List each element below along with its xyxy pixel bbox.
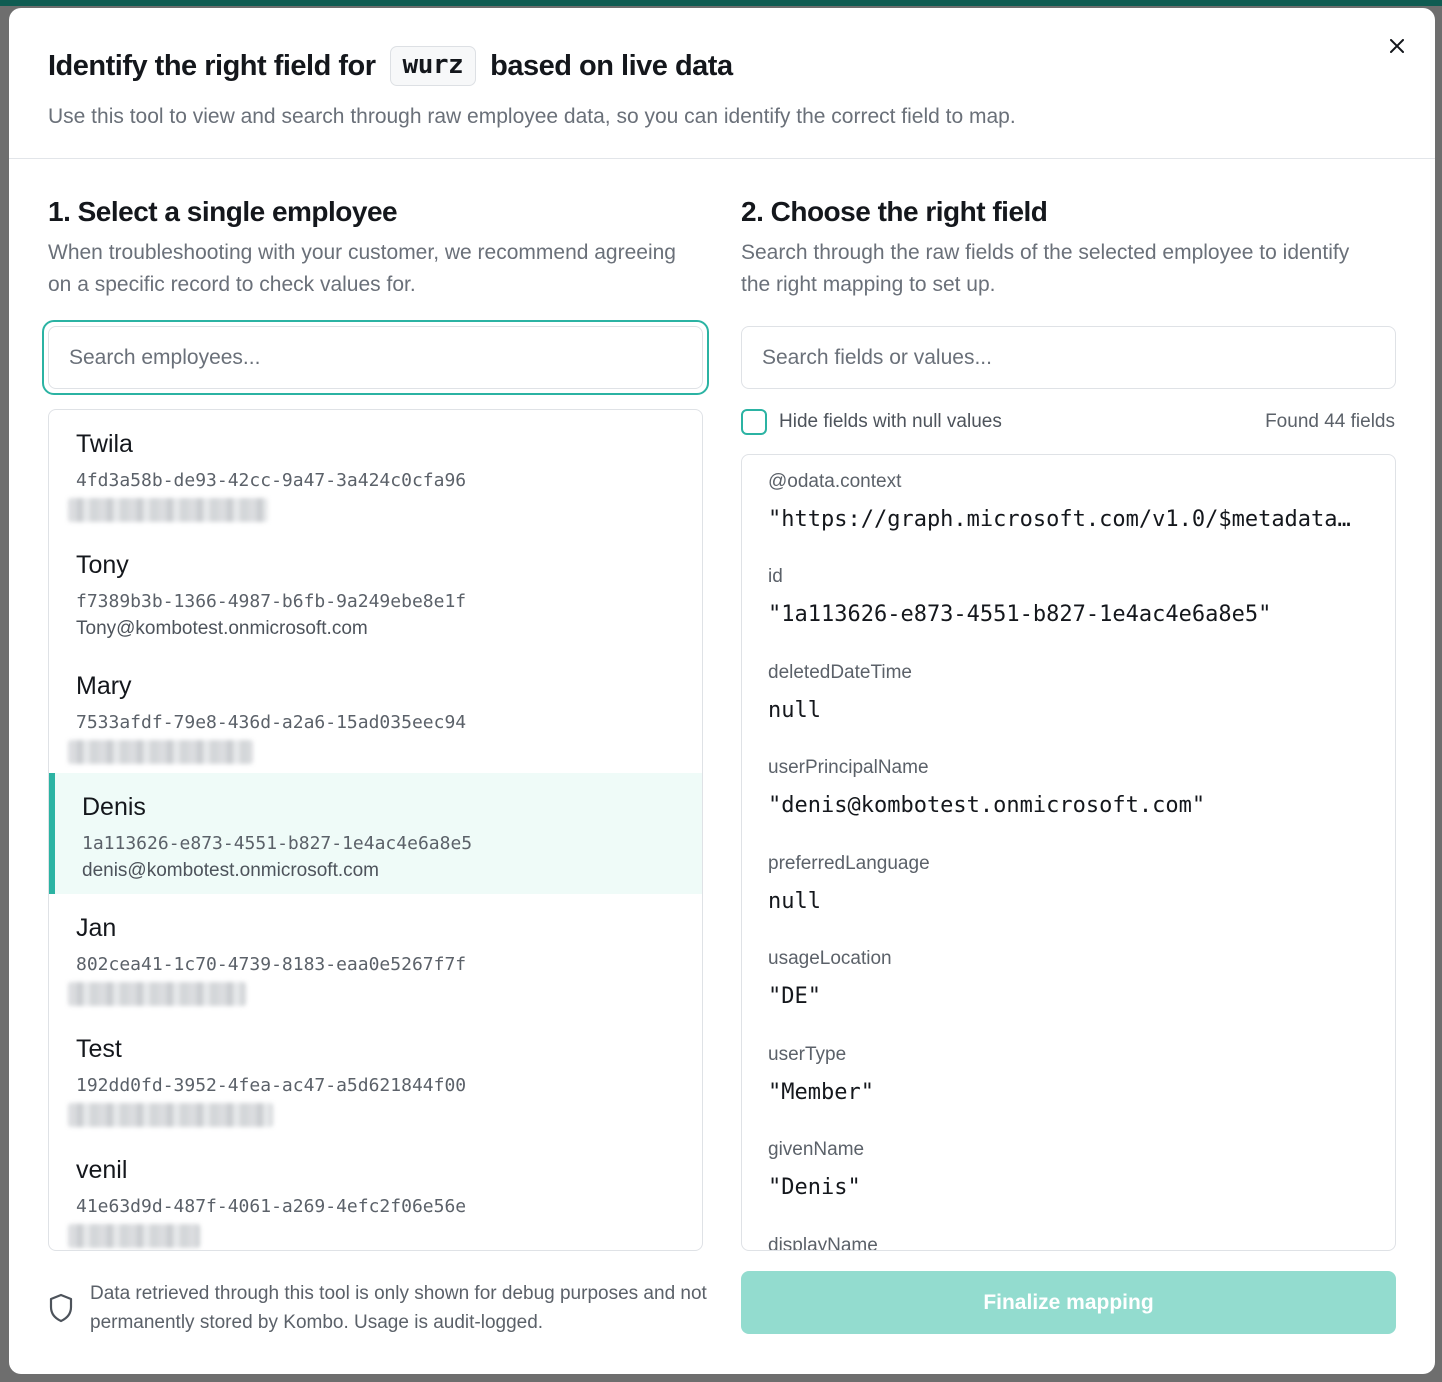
debug-disclaimer: Data retrieved through this tool is only… [48,1279,710,1337]
field-key: userType [768,1044,847,1065]
field-value: "denis@kombotest.onmicrosoft.com" [768,793,1206,818]
field-row[interactable]: preferredLanguage null [768,853,1368,914]
field-name-code: wurz [389,46,477,86]
employee-item-denis[interactable]: Denis 1a113626-e873-4551-b827-1e4ac4e6a8… [49,773,702,894]
close-icon [1390,39,1404,53]
select-employee-title: 1. Select a single employee [48,196,398,227]
field-key: userPrincipalName [768,757,929,778]
employee-list: Twila 4fd3a58b-de93-42cc-9a47-3a424c0cfa… [48,409,703,1251]
raw-fields-list[interactable]: @odata.context "https://graph.microsoft.… [741,454,1396,1251]
hide-null-label[interactable]: Hide fields with null values [779,411,1002,433]
redacted-email [68,1224,200,1248]
shield-icon [49,1293,73,1323]
field-identification-modal: Identify the right field for wurz based … [9,8,1435,1374]
finalize-mapping-button[interactable]: Finalize mapping [741,1271,1396,1334]
field-key: givenName [768,1139,865,1160]
choose-field-title: 2. Choose the right field [741,196,1048,227]
employee-id: 7533afdf-79e8-436d-a2a6-15ad035eec94 [76,712,467,733]
employee-id: 802cea41-1c70-4739-8183-eaa0e5267f7f [76,954,467,975]
employee-id: 192dd0fd-3952-4fea-ac47-a5d621844f00 [76,1075,467,1096]
employee-item-test[interactable]: Test 192dd0fd-3952-4fea-ac47-a5d621844f0… [49,1015,702,1136]
employee-item-mary[interactable]: Mary 7533afdf-79e8-436d-a2a6-15ad035eec9… [49,652,702,773]
field-value: "DE" [768,984,821,1009]
field-key: @odata.context [768,471,902,492]
background-app-strip [0,0,1442,6]
field-row[interactable]: id "1a113626-e873-4551-b827-1e4ac4e6a8e5… [768,566,1368,627]
found-fields-count: Found 44 fields [1265,411,1395,432]
field-row[interactable]: userPrincipalName "denis@kombotest.onmic… [768,757,1368,818]
employee-search-box[interactable] [48,326,703,389]
disclaimer-text: Data retrieved through this tool is only… [90,1283,707,1333]
hide-null-checkbox[interactable] [741,409,767,435]
field-value: "1a113626-e873-4551-b827-1e4ac4e6a8e5" [768,602,1272,627]
title-suffix: based on live data [490,49,733,82]
modal-title: Identify the right field for wurz based … [48,46,733,86]
employee-id: 1a113626-e873-4551-b827-1e4ac4e6a8e5 [82,833,473,854]
field-key: displayName [768,1235,878,1251]
field-value: null [768,889,821,914]
field-row[interactable]: givenName "Denis" [768,1139,1368,1200]
field-key: usageLocation [768,948,892,969]
select-employee-description: When troubleshooting with your customer,… [48,241,676,296]
employee-name: Tony [76,551,129,579]
redacted-email [68,1103,273,1127]
employee-name: Mary [76,672,132,700]
employee-email: Tony@kombotest.onmicrosoft.com [76,618,368,639]
redacted-email [68,982,246,1006]
field-value: "Denis" [768,1175,861,1200]
employee-name: Test [76,1035,122,1063]
employee-id: 41e63d9d-487f-4061-a269-4efc2f06e56e [76,1196,467,1217]
field-key: deletedDateTime [768,662,912,683]
employee-email: denis@kombotest.onmicrosoft.com [82,860,380,881]
modal-subtitle: Use this tool to view and search through… [48,105,1016,128]
field-value: "https://graph.microsoft.com/v1.0/$metad… [768,507,1351,532]
field-row[interactable]: usageLocation "DE" [768,948,1368,1009]
employee-item-jan[interactable]: Jan 802cea41-1c70-4739-8183-eaa0e5267f7f [49,894,702,1015]
field-row[interactable]: deletedDateTime null [768,662,1368,723]
employee-search-input[interactable] [69,345,702,370]
employee-name: Twila [76,430,133,458]
field-value: null [768,698,821,723]
field-key: id [768,566,783,587]
choose-field-description: Search through the raw fields of the sel… [741,241,1350,296]
employee-name: venil [76,1156,128,1184]
employee-item-twila[interactable]: Twila 4fd3a58b-de93-42cc-9a47-3a424c0cfa… [49,410,702,531]
title-prefix: Identify the right field for [48,49,376,82]
field-row[interactable]: @odata.context "https://graph.microsoft.… [768,471,1368,532]
employee-item-venil[interactable]: venil 41e63d9d-487f-4061-a269-4efc2f06e5… [49,1136,702,1250]
employee-id: f7389b3b-1366-4987-b6fb-9a249ebe8e1f [76,591,467,612]
field-row[interactable]: displayName [768,1235,1368,1251]
employee-id: 4fd3a58b-de93-42cc-9a47-3a424c0cfa96 [76,470,467,491]
redacted-email [68,740,253,764]
field-search-box[interactable] [741,326,1396,389]
modal-header: Identify the right field for wurz based … [9,8,1435,159]
employee-name: Denis [82,793,146,821]
employee-name: Jan [76,914,117,942]
field-search-input[interactable] [762,345,1395,370]
employee-item-tony[interactable]: Tony f7389b3b-1366-4987-b6fb-9a249ebe8e1… [49,531,702,652]
field-value: "Member" [768,1080,874,1105]
field-row[interactable]: userType "Member" [768,1044,1368,1105]
field-key: preferredLanguage [768,853,930,874]
redacted-email [68,498,268,522]
close-button[interactable] [1385,34,1409,58]
